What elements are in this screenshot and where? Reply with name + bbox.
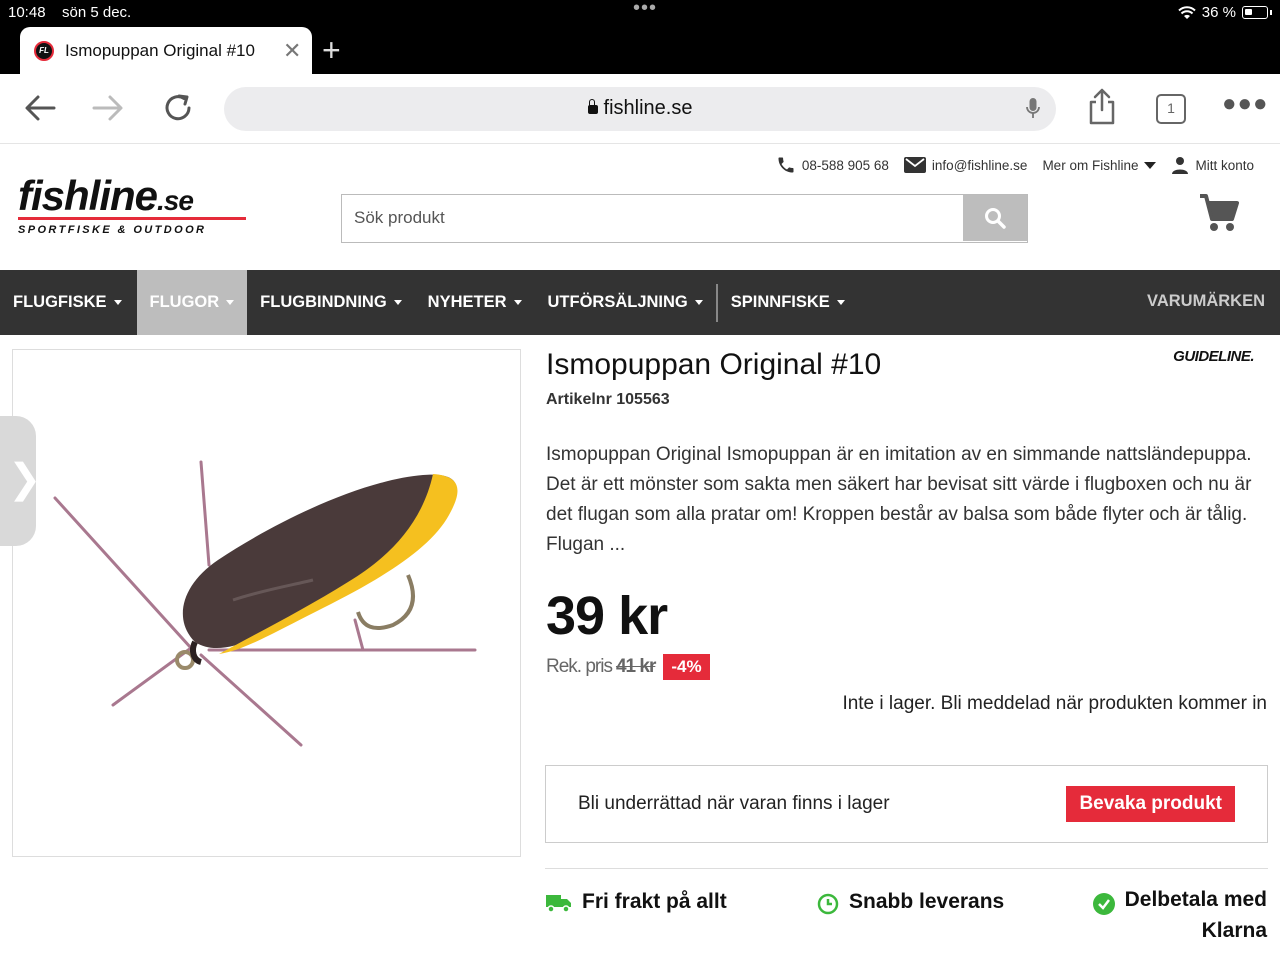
main-navigation: FLUGFISKE FLUGOR FLUGBINDNING NYHETER UT… — [0, 270, 1280, 335]
rek-label: Rek. pris — [546, 656, 613, 677]
new-tab-icon[interactable]: + — [322, 32, 341, 69]
caret-down-icon — [226, 300, 235, 305]
logo-tagline: SPORTFISKE & OUTDOOR — [18, 224, 207, 236]
user-icon — [1172, 157, 1189, 174]
caret-down-icon — [513, 300, 522, 305]
browser-tab[interactable]: FL Ismopuppan Original #10 ✕ — [20, 27, 312, 74]
article-number: Artikelnr 105563 — [546, 391, 670, 408]
url-text: fishline.se — [603, 97, 693, 119]
status-right: 36 % — [1178, 4, 1272, 21]
reload-icon[interactable] — [162, 92, 194, 124]
chevron-right-icon: ❯ — [8, 457, 42, 501]
forward-arrow-icon[interactable] — [92, 94, 124, 122]
fly-image — [53, 460, 477, 747]
multitask-dots-icon[interactable]: ••• — [633, 0, 657, 20]
side-panel-handle[interactable]: ❯ — [0, 416, 42, 546]
stock-status: Inte i lager. Bli meddelad när produkten… — [842, 693, 1267, 714]
usp-fast-delivery: Snabb leverans — [817, 890, 1004, 915]
search-form — [341, 194, 1028, 243]
caret-down-icon — [694, 300, 703, 305]
search-input[interactable] — [342, 195, 964, 241]
close-tab-icon[interactable]: ✕ — [283, 38, 301, 64]
caret-down-icon — [1144, 161, 1157, 169]
usp-delivery-text: Snabb leverans — [849, 890, 1005, 913]
nav-item-flugfiske[interactable]: FLUGFISKE — [0, 270, 135, 335]
tab-overview-button[interactable]: 1 — [1156, 94, 1186, 124]
status-date: sön 5 dec. — [62, 4, 132, 21]
url-display: fishline.se — [224, 97, 1056, 120]
site-header: 08-588 905 68 info@fishline.se Mer om Fi… — [0, 145, 1280, 270]
nav-item-flugbindning[interactable]: FLUGBINDNING — [247, 270, 415, 335]
browser-toolbar: fishline.se 1 ●●● — [0, 74, 1280, 144]
watch-label: Bli underrättad när varan finns i lager — [578, 793, 890, 814]
status-time: 10:48 — [8, 4, 46, 21]
nav-item-flugor[interactable]: FLUGOR — [136, 270, 248, 335]
back-arrow-icon[interactable] — [24, 94, 56, 122]
email-link[interactable]: info@fishline.se — [903, 157, 1028, 173]
truck-icon — [546, 895, 571, 913]
cart-icon[interactable] — [1198, 193, 1240, 233]
account-label: Mitt konto — [1195, 157, 1254, 173]
site-logo[interactable]: fishline.se SPORTFISKE & OUTDOOR — [18, 175, 246, 236]
rek-price-old: 41 kr — [615, 656, 656, 677]
usp-free-shipping: Fri frakt på allt — [546, 890, 727, 914]
about-dropdown[interactable]: Mer om Fishline — [1042, 157, 1157, 173]
brand-logo[interactable]: GUIDELINE. — [1173, 348, 1254, 365]
battery-icon — [1242, 6, 1268, 19]
mail-icon — [903, 157, 926, 173]
about-label: Mer om Fishline — [1042, 157, 1139, 173]
caret-down-icon — [393, 300, 402, 305]
nav-item-spinnfiske[interactable]: SPINNFISKE — [718, 270, 858, 335]
logo-wordmark: fishline.se — [18, 172, 194, 219]
divider — [545, 868, 1268, 869]
account-link[interactable]: Mitt konto — [1171, 156, 1254, 174]
favicon: FL — [34, 40, 54, 61]
clock-icon — [817, 893, 839, 915]
phone-icon — [778, 157, 794, 173]
nav-item-nyheter[interactable]: NYHETER — [415, 270, 535, 335]
usp-klarna: Delbetala med Klarna — [1092, 888, 1267, 946]
browser-chrome-top: 10:48 sön 5 dec. ••• 36 % FL Ismopuppan … — [0, 0, 1280, 74]
product-description: Ismopuppan Original Ismopuppan är en imi… — [546, 444, 1252, 555]
nav-item-utforsaljning[interactable]: UTFÖRSÄLJNING — [535, 270, 716, 335]
caret-down-icon — [836, 300, 845, 305]
nav-item-varumarken[interactable]: VARUMÄRKEN — [1147, 292, 1265, 311]
product-title: Ismopuppan Original #10 — [546, 348, 882, 381]
tab-title: Ismopuppan Original #10 — [65, 40, 255, 60]
address-bar[interactable]: fishline.se — [224, 87, 1056, 131]
check-circle-icon — [1092, 893, 1115, 915]
more-options-icon[interactable]: ●●● — [1222, 90, 1269, 118]
lock-icon — [587, 99, 598, 114]
status-bar: 10:48 sön 5 dec. ••• 36 % — [8, 0, 1272, 23]
microphone-icon[interactable] — [1026, 98, 1040, 120]
battery-percent: 36 % — [1201, 4, 1236, 21]
product-price: 39 kr — [546, 586, 668, 646]
phone-link[interactable]: 08-588 905 68 — [776, 155, 889, 175]
discount-badge: -4% — [663, 654, 710, 680]
share-icon[interactable] — [1087, 88, 1117, 126]
search-icon — [985, 208, 1006, 229]
usp-shipping-text: Fri frakt på allt — [582, 890, 727, 913]
caret-down-icon — [113, 300, 122, 305]
email-address: info@fishline.se — [931, 157, 1028, 173]
usp-klarna-text: Delbetala med Klarna — [1124, 888, 1267, 942]
phone-number: 08-588 905 68 — [801, 157, 889, 173]
header-links: 08-588 905 68 info@fishline.se Mer om Fi… — [761, 155, 1254, 175]
watch-product-button[interactable]: Bevaka produkt — [1066, 786, 1235, 822]
watch-product-box: Bli underrättad när varan finns i lager … — [545, 765, 1268, 843]
product-image[interactable] — [12, 349, 521, 857]
wifi-icon — [1178, 5, 1196, 19]
search-button[interactable] — [963, 195, 1027, 241]
recommended-price: Rek. pris 41 kr -4% — [546, 654, 710, 680]
